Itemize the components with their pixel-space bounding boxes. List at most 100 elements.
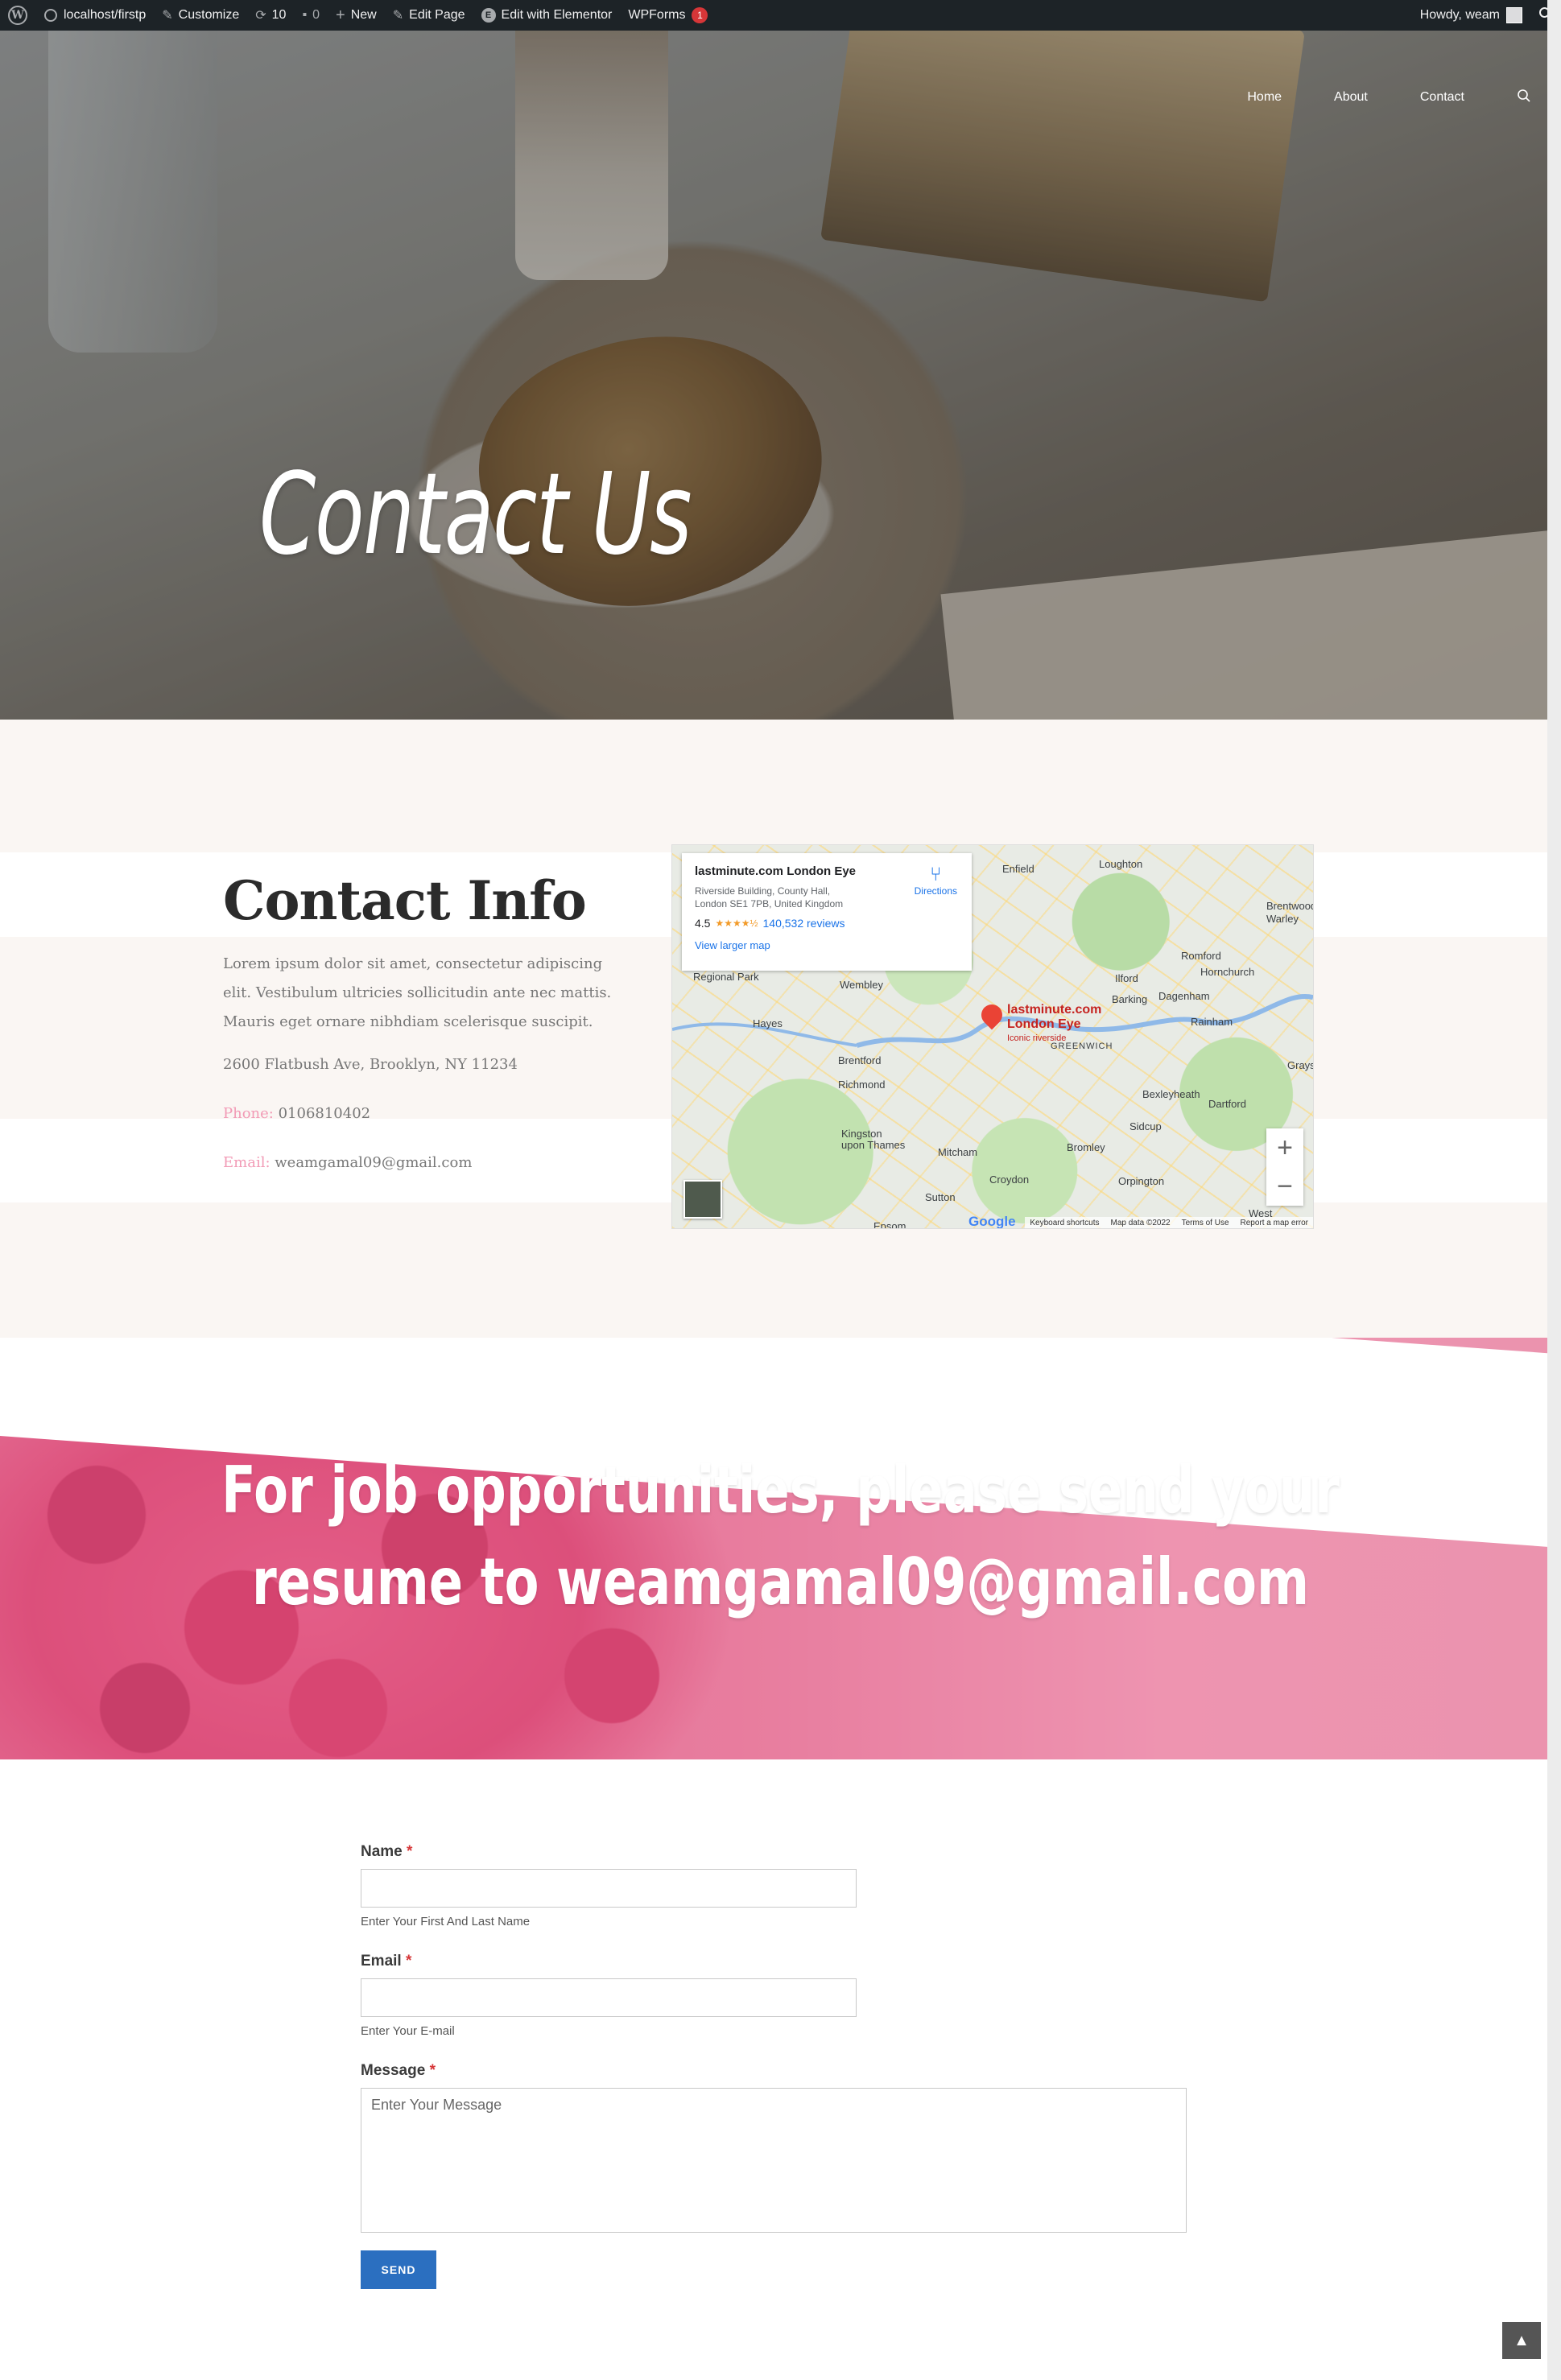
town-label: Bromley: [1067, 1141, 1105, 1153]
edit-page-menu[interactable]: ✎ Edit Page: [385, 0, 473, 31]
message-field: Message *: [361, 2062, 1190, 2233]
edit-page-label: Edit Page: [409, 8, 465, 22]
customize-label: Customize: [178, 8, 240, 22]
town-label: Sutton: [925, 1191, 956, 1203]
town-label: Brentford: [838, 1054, 882, 1066]
main-nav: Home About Contact: [1247, 84, 1547, 111]
message-textarea[interactable]: [361, 2088, 1187, 2233]
wpforms-menu[interactable]: WPForms 1: [620, 0, 716, 31]
new-content-menu[interactable]: + New: [328, 0, 385, 31]
site-name: localhost/firstp: [64, 8, 147, 22]
howdy-label: Howdy, weam: [1419, 8, 1500, 22]
comment-icon: ▪: [302, 8, 308, 22]
updates-icon: ⟳: [255, 9, 266, 23]
name-hint: Enter Your First And Last Name: [361, 1915, 531, 1928]
google-logo: Google: [968, 1214, 1016, 1229]
name-input[interactable]: [361, 1869, 857, 1908]
email-field-label: Email: [361, 1953, 402, 1970]
elementor-label: Edit with Elementor: [501, 8, 613, 22]
pin-label: lastminute.com London Eye: [1007, 1003, 1102, 1031]
keyboard-shortcuts-link[interactable]: Keyboard shortcuts: [1030, 1219, 1099, 1227]
contact-form: Name * Enter Your First And Last Name Em…: [361, 1843, 1190, 2289]
directions-button[interactable]: ⑂ Directions: [915, 864, 957, 897]
nav-home[interactable]: Home: [1247, 90, 1282, 105]
email-value[interactable]: weamgamal09@gmail.com: [275, 1154, 472, 1171]
town-label: Rainham: [1191, 1016, 1233, 1028]
send-button[interactable]: SEND: [361, 2250, 436, 2289]
phone-line: Phone: 0106810402: [223, 1105, 626, 1122]
site-name-menu[interactable]: localhost/firstp: [35, 0, 154, 31]
town-label: Bexleyheath: [1142, 1088, 1200, 1100]
rating-stars-icon: ★★★★½: [715, 918, 758, 929]
contact-info-text: Lorem ipsum dolor sit amet, consectetur …: [223, 955, 612, 1030]
wpforms-label: WPForms: [628, 8, 686, 22]
name-field: Name * Enter Your First And Last Name: [361, 1843, 1190, 1928]
town-label: Hayes: [753, 1017, 783, 1029]
comments-count: 0: [312, 8, 320, 22]
email-input[interactable]: [361, 1978, 857, 2017]
hero-banner: Home About Contact Contact Us: [0, 31, 1547, 720]
town-label: Regional Park: [693, 971, 759, 983]
page-scrollbar[interactable]: [1547, 0, 1561, 2380]
satellite-toggle[interactable]: [683, 1180, 722, 1219]
scroll-to-top-button[interactable]: ▲: [1502, 2322, 1541, 2359]
town-label: Hornchurch: [1200, 966, 1255, 978]
wordpress-icon: W: [8, 6, 27, 25]
reviews-link[interactable]: 140,532 reviews: [763, 917, 845, 930]
phone-value: 0106810402: [278, 1105, 371, 1122]
nav-contact[interactable]: Contact: [1420, 90, 1464, 105]
town-label: Sidcup: [1129, 1120, 1162, 1132]
town-label: Mitcham: [938, 1146, 978, 1158]
terms-link[interactable]: Terms of Use: [1182, 1219, 1229, 1227]
comments-menu[interactable]: ▪ 0: [294, 0, 328, 31]
nav-search-icon[interactable]: [1517, 89, 1531, 107]
wordpress-logo-menu[interactable]: W: [0, 0, 35, 31]
brush-icon: ✎: [162, 9, 173, 23]
google-map[interactable]: Enfield Loughton Brentwood Warley Romfor…: [671, 844, 1314, 1229]
town-label: Orpington: [1118, 1175, 1165, 1187]
map-footer: Keyboard shortcuts Map data ©2022 Terms …: [1025, 1217, 1313, 1228]
job-banner-line-2: resume to weamgamal09@gmail.com: [252, 1545, 1309, 1619]
nav-about[interactable]: About: [1334, 90, 1368, 105]
customize-menu[interactable]: ✎ Customize: [154, 0, 247, 31]
town-label: Croydon: [989, 1174, 1030, 1186]
zoom-out-button[interactable]: −: [1277, 1171, 1293, 1202]
map-place-card: lastminute.com London Eye Riverside Buil…: [682, 853, 972, 971]
email-field: Email * Enter Your E-mail: [361, 1953, 1190, 2038]
address: 2600 Flatbush Ave, Brooklyn, NY 11234: [223, 1056, 518, 1073]
email-line: Email: weamgamal09@gmail.com: [223, 1154, 626, 1171]
directions-label: Directions: [914, 885, 957, 897]
town-label: Grays: [1287, 1059, 1314, 1071]
town-label: Warley: [1266, 913, 1299, 925]
page-title: Contact Us: [259, 449, 692, 580]
updates-count: 10: [271, 8, 287, 22]
phone-label: Phone:: [223, 1105, 274, 1122]
elementor-menu[interactable]: E Edit with Elementor: [473, 0, 621, 31]
home-icon: [43, 8, 58, 23]
town-label: Richmond: [838, 1079, 886, 1091]
required-mark: *: [429, 2062, 436, 2079]
rating-value: 4.5: [695, 917, 711, 930]
town-label: Loughton: [1099, 858, 1143, 870]
town-label: Epsom: [873, 1220, 906, 1229]
place-rating: 4.5 ★★★★½ 140,532 reviews: [695, 917, 959, 930]
report-error-link[interactable]: Report a map error: [1241, 1219, 1308, 1227]
wpforms-badge: 1: [692, 7, 708, 23]
required-mark: *: [407, 1843, 413, 1860]
email-hint: Enter Your E-mail: [361, 2024, 455, 2038]
plus-icon: +: [336, 6, 345, 24]
town-label: Kingston upon Thames: [841, 1128, 906, 1151]
town-label: Dartford: [1208, 1098, 1246, 1110]
required-mark: *: [405, 1953, 412, 1970]
town-label: Ilford: [1115, 972, 1138, 984]
directions-icon: ⑂: [930, 864, 942, 885]
arrow-up-icon: ▲: [1514, 2331, 1530, 2349]
avatar: [1506, 7, 1522, 23]
zoom-in-button[interactable]: +: [1277, 1132, 1293, 1164]
town-label: Brentwood: [1266, 900, 1314, 912]
view-larger-map-link[interactable]: View larger map: [695, 939, 959, 951]
account-menu[interactable]: Howdy, weam: [1412, 0, 1530, 31]
email-label: Email:: [223, 1154, 270, 1171]
map-zoom-controls: + −: [1266, 1128, 1303, 1206]
updates-menu[interactable]: ⟳ 10: [247, 0, 294, 31]
